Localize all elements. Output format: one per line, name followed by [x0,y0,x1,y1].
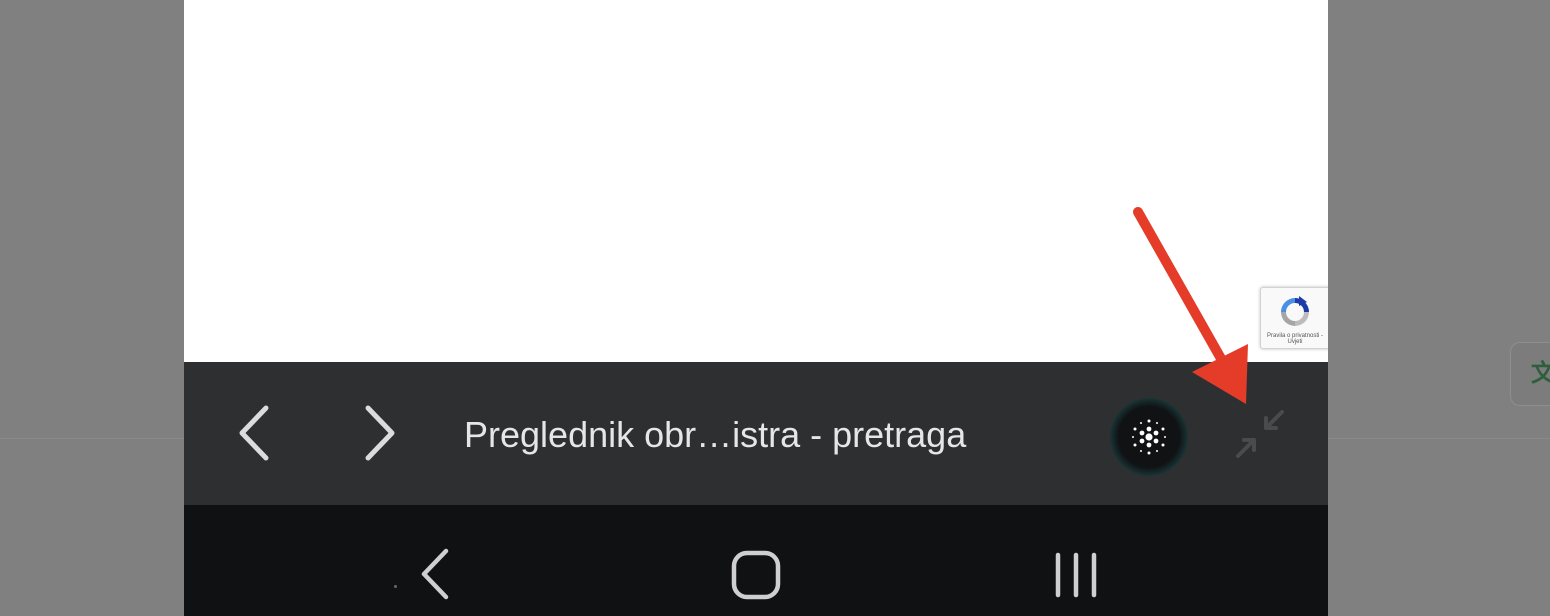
web-page-content [184,0,1328,362]
phone-screen: Pravila o privatnosti - Uvjeti Pregledni… [184,0,1328,616]
minimize-button[interactable] [1230,404,1290,464]
nav-indicator-dot [394,585,397,588]
home-icon [731,550,781,600]
back-button[interactable] [228,400,284,466]
ai-assistant-button[interactable] [1110,398,1188,476]
forward-button[interactable] [350,400,406,466]
recaptcha-links[interactable]: Pravila o privatnosti - Uvjeti [1261,333,1328,345]
translate-icon: 文A [1531,358,1550,387]
recaptcha-badge[interactable]: Pravila o privatnosti - Uvjeti [1260,287,1328,349]
translate-chip[interactable]: 文A [1510,342,1550,406]
minimize-arrows-icon [1236,410,1284,458]
ai-assistant-icon [1132,419,1166,455]
nav-recents-button[interactable] [1050,551,1102,599]
recaptcha-icon [1281,296,1309,326]
nav-home-button[interactable] [730,549,782,601]
chevron-left-icon [239,405,269,461]
chevron-right-icon [365,405,395,461]
back-icon [421,548,449,600]
browser-bottom-toolbar: Preglednik obr…istra - pretraga [184,362,1328,505]
nav-back-button[interactable] [414,547,458,601]
recents-icon [1055,552,1097,598]
page-title[interactable]: Preglednik obr…istra - pretraga [464,414,966,456]
android-navigation-bar [184,505,1328,616]
